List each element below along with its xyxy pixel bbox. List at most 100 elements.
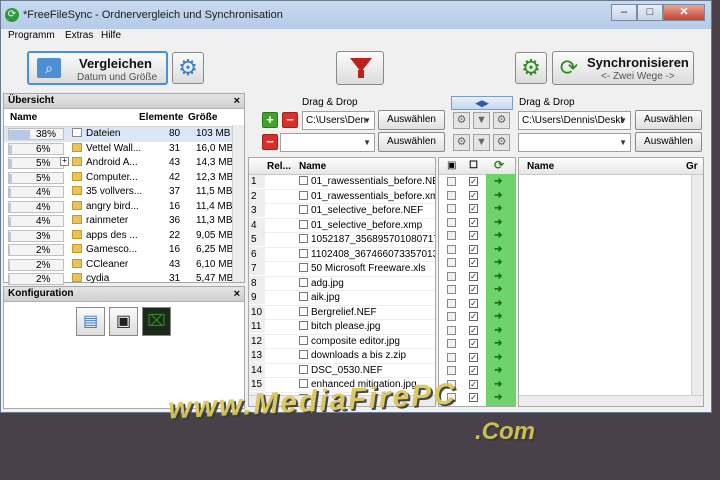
pair2-sync-gear-icon[interactable]: ⚙	[493, 134, 510, 151]
copy-right-icon[interactable]: ➜	[494, 176, 502, 187]
right-folder-combo[interactable]: C:\Users\Dennis\Deskt ▼	[518, 111, 631, 130]
file-row[interactable]: 12 composite editor.jpg	[249, 334, 435, 349]
overview-close-icon[interactable]: ×	[234, 94, 240, 108]
left-select-button[interactable]: Auswählen	[378, 110, 445, 130]
batch-config-icon[interactable]: ⌧	[142, 307, 171, 336]
copy-right-icon[interactable]: ➜	[494, 244, 502, 255]
copy-right-icon[interactable]: ➜	[494, 365, 502, 376]
menu-programm[interactable]: Programm	[8, 30, 55, 41]
file-row[interactable]: 10 Bergrelief.NEF	[249, 305, 435, 320]
copy-right-icon[interactable]: ➜	[494, 338, 502, 349]
left-folder-combo[interactable]: C:\Users\Den ▼	[302, 111, 375, 130]
overview-row[interactable]: 6% Vettel Wall... 31 16,0 MB	[4, 142, 244, 157]
expand-icon[interactable]: +	[60, 157, 69, 166]
include-checkbox[interactable]: ✓	[469, 339, 478, 348]
compare-settings-gear-icon[interactable]: ⚙	[172, 52, 204, 84]
copy-right-icon[interactable]: ➜	[494, 217, 502, 228]
include-checkbox[interactable]: ✓	[469, 271, 478, 281]
file-row[interactable]: 1 01_rawessentials_before.NEF	[249, 175, 435, 190]
swap-sides-icon[interactable]: ◀▶	[451, 96, 513, 110]
file-row[interactable]: 13 downloads a bis z.zip	[249, 349, 435, 364]
overview-row[interactable]: 3% apps des ... 22 9,05 MB	[4, 229, 244, 244]
menu-hilfe[interactable]: Hilfe	[101, 30, 121, 41]
file-row[interactable]: 2 01_rawessentials_before.xmp	[249, 189, 435, 204]
file-row[interactable]: 11 bitch please.jpg	[249, 320, 435, 335]
file-row[interactable]: 5 1052187_356895701080717_17	[249, 233, 435, 248]
file-row[interactable]: 7 50 Microsoft Freeware.xls	[249, 262, 435, 277]
include-checkbox[interactable]: ✓	[469, 352, 478, 362]
include-checkbox[interactable]: ✓	[469, 312, 478, 321]
overview-row[interactable]: 4% angry bird... 16 11,4 MB	[4, 200, 244, 215]
maximize-button[interactable]: □	[637, 4, 663, 21]
file-row[interactable]: 9 aik.jpg	[249, 291, 435, 306]
menu-extras[interactable]: Extras	[65, 30, 93, 41]
col-name[interactable]: Name	[10, 112, 37, 123]
col-filename[interactable]: Name	[299, 161, 326, 172]
overview-row[interactable]: 2% CCleaner 43 6,10 MB	[4, 258, 244, 273]
pair2-compare-gear-icon[interactable]: ⚙	[453, 134, 470, 151]
pair-compare-gear-icon[interactable]: ⚙	[453, 112, 470, 129]
copy-right-icon[interactable]: ➜	[494, 311, 502, 322]
right-grid-scrollbar[interactable]	[691, 175, 703, 397]
include-checkbox[interactable]: ✓	[469, 393, 478, 402]
right-folder-combo-2[interactable]: ▼	[518, 133, 631, 152]
remove-folder-pair-2-icon[interactable]: −	[262, 134, 278, 150]
include-checkbox[interactable]: ✓	[469, 298, 478, 308]
include-checkbox[interactable]: ✓	[469, 258, 478, 267]
include-checkbox[interactable]: ✓	[469, 379, 478, 389]
overview-row[interactable]: 5% Computer... 42 12,3 MB	[4, 171, 244, 186]
include-checkbox[interactable]: ✓	[469, 325, 478, 335]
close-button[interactable]: ✕	[663, 4, 705, 21]
include-checkbox[interactable]: ✓	[469, 190, 478, 200]
file-row[interactable]: 6 1102408_367466073357013_93	[249, 247, 435, 262]
col-right-name[interactable]: Name	[527, 161, 554, 172]
pair-sync-gear-icon[interactable]: ⚙	[493, 112, 510, 129]
include-checkbox[interactable]: ✓	[469, 366, 478, 375]
copy-right-icon[interactable]: ➜	[494, 352, 502, 363]
copy-right-icon[interactable]: ➜	[494, 284, 502, 295]
pair-filter-icon[interactable]: ▼	[473, 112, 490, 129]
pair2-filter-icon[interactable]: ▼	[473, 134, 490, 151]
save-config-icon[interactable]: ▣	[109, 307, 138, 336]
col-size[interactable]: Größe	[188, 112, 217, 123]
copy-right-icon[interactable]: ➜	[494, 190, 502, 201]
synchronize-button[interactable]: ⟳ Synchronisieren <- Zwei Wege ->	[552, 51, 694, 85]
col-right-size[interactable]: Gr	[686, 161, 698, 172]
open-config-icon[interactable]: ▤	[76, 307, 105, 336]
remove-folder-pair-icon[interactable]: −	[282, 112, 298, 128]
right-grid-hscrollbar[interactable]	[519, 395, 703, 406]
copy-right-icon[interactable]: ➜	[494, 325, 502, 336]
include-checkbox[interactable]: ✓	[469, 244, 478, 254]
copy-right-icon[interactable]: ➜	[494, 230, 502, 241]
compare-button[interactable]: ⌕ Vergleichen Datum und Größe	[27, 51, 168, 85]
right-select-button-2[interactable]: Auswählen	[635, 132, 702, 152]
file-row[interactable]: 3 01_selective_before.NEF	[249, 204, 435, 219]
include-checkbox[interactable]: ✓	[469, 217, 478, 227]
left-select-button-2[interactable]: Auswählen	[378, 132, 445, 152]
sync-settings-gear-icon[interactable]: ⚙	[515, 52, 547, 84]
copy-right-icon[interactable]: ➜	[494, 271, 502, 282]
overview-scrollbar[interactable]	[232, 125, 244, 282]
col-elements[interactable]: Elemente	[139, 112, 183, 123]
overview-row[interactable]: 2% Gamesco... 16 6,25 MB	[4, 243, 244, 258]
include-checkbox[interactable]: ✓	[469, 231, 478, 240]
overview-row[interactable]: 38% Dateien 80 103 MB	[4, 127, 244, 142]
copy-right-icon[interactable]: ➜	[494, 392, 502, 403]
right-select-button[interactable]: Auswählen	[635, 110, 702, 130]
include-checkbox[interactable]: ✓	[469, 177, 478, 186]
col-relative-path[interactable]: Rel...	[267, 161, 291, 172]
file-row[interactable]: 14 DSC_0530.NEF	[249, 363, 435, 378]
overview-row[interactable]: 2% cydia 31 5,47 MB	[4, 272, 244, 287]
add-folder-pair-icon[interactable]: +	[262, 112, 278, 128]
left-folder-combo-2[interactable]: ▼	[280, 133, 375, 152]
copy-right-icon[interactable]: ➜	[494, 379, 502, 390]
file-row[interactable]: 4 01_selective_before.xmp	[249, 218, 435, 233]
config-close-icon[interactable]: ×	[234, 287, 240, 301]
minimize-button[interactable]: –	[611, 4, 637, 21]
overview-row[interactable]: 4% rainmeter 36 11,3 MB	[4, 214, 244, 229]
overview-row[interactable]: 4% 35 vollvers... 37 11,5 MB	[4, 185, 244, 200]
overview-row[interactable]: 5% + Android A... 43 14,3 MB	[4, 156, 244, 171]
copy-right-icon[interactable]: ➜	[494, 298, 502, 309]
copy-right-icon[interactable]: ➜	[494, 203, 502, 214]
file-row[interactable]: 8 adg.jpg	[249, 276, 435, 291]
